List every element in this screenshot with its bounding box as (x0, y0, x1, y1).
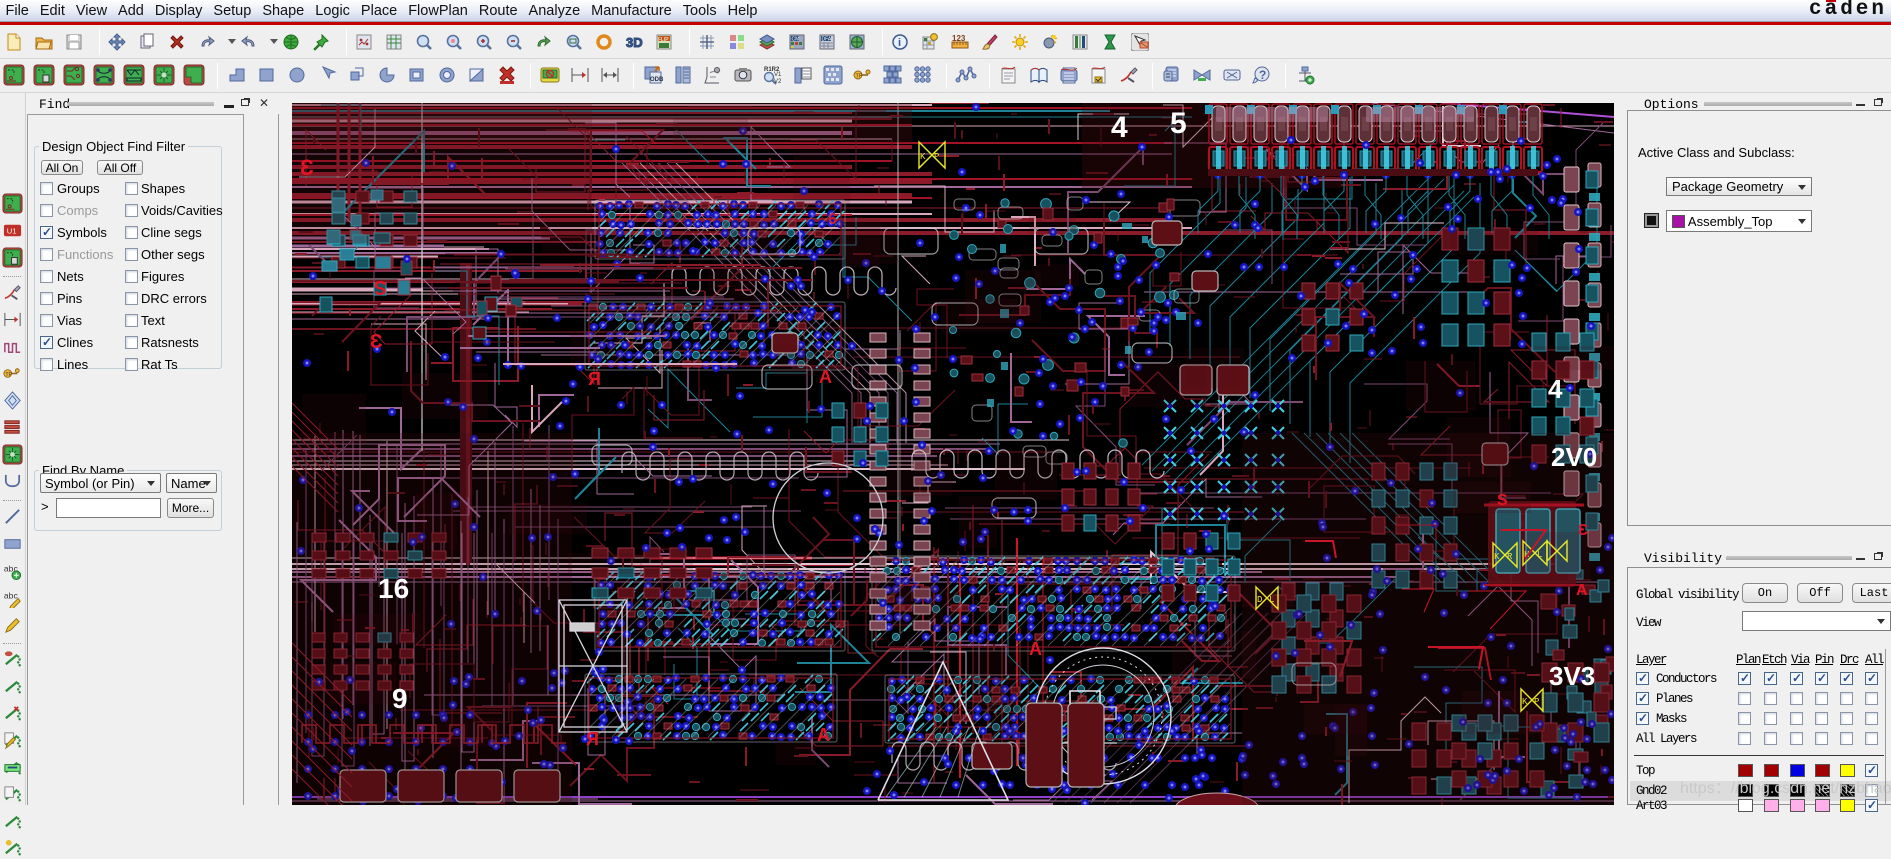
svg-text:A: A (1029, 639, 1042, 659)
svg-text:K: K (1494, 552, 1500, 562)
svg-text:L: L (1269, 595, 1274, 605)
svg-text:Я: Я (586, 729, 599, 749)
svg-text:S: S (1497, 492, 1508, 509)
svg-text:9: 9 (828, 209, 837, 226)
svg-text:FLIP: FLIP (658, 37, 669, 43)
svg-text:2V0: 2V0 (1551, 442, 1597, 472)
svg-text:ODB: ODB (650, 77, 664, 83)
svg-text:4: 4 (1111, 111, 1128, 144)
svg-text:Ɛ: Ɛ (1578, 522, 1588, 539)
svg-text:3V3: 3V3 (1549, 661, 1595, 691)
svg-text:5: 5 (1170, 107, 1187, 140)
svg-text:P: P (934, 152, 939, 162)
svg-text:3D: 3D (626, 35, 643, 50)
svg-text:Я: Я (588, 369, 601, 389)
svg-text:DFA: DFA (822, 37, 832, 43)
svg-text:9: 9 (392, 683, 408, 714)
svg-text:Ɛ: Ɛ (370, 331, 383, 353)
svg-text:CM: CM (792, 37, 800, 43)
svg-text:TP: TP (856, 74, 863, 80)
svg-text:?: ? (1259, 68, 1266, 82)
svg-text:Ɛ: Ɛ (300, 155, 314, 180)
svg-text:A: A (819, 367, 832, 387)
svg-text:K: K (1522, 697, 1528, 707)
svg-text:S: S (374, 276, 387, 298)
svg-text:16: 16 (378, 573, 409, 604)
svg-text:K: K (920, 152, 926, 162)
svg-text:abc: abc (4, 590, 19, 600)
svg-text:i: i (898, 37, 901, 49)
svg-text:V2: V2 (774, 79, 782, 85)
svg-text:L: L (1537, 550, 1542, 560)
svg-text:P: P (1534, 697, 1539, 707)
svg-text:A: A (1576, 582, 1588, 599)
svg-text:R: R (1507, 552, 1513, 562)
svg-text:V1: V1 (774, 72, 782, 78)
svg-text:A: A (817, 725, 830, 745)
svg-text:D: D (1257, 595, 1262, 605)
svg-text:U1: U1 (7, 226, 17, 235)
svg-text:TP: TP (5, 372, 12, 378)
svg-text:4: 4 (1548, 374, 1563, 404)
